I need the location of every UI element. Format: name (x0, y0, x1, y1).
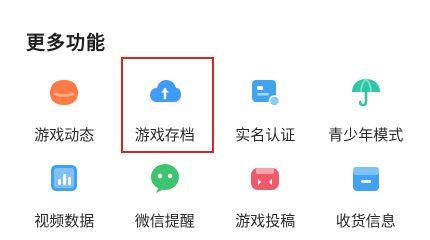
feature-game-save[interactable]: 游戏存档 (115, 66, 216, 152)
feature-label: 实名认证 (235, 126, 296, 144)
feature-label: 游戏动态 (34, 126, 95, 144)
umbrella-icon (348, 74, 384, 110)
feature-delivery-info[interactable]: 收货信息 (316, 152, 417, 238)
cloud-save-icon (147, 74, 183, 110)
section-title: 更多功能 (26, 32, 107, 54)
video-data-icon (46, 160, 82, 196)
feature-label: 收货信息 (335, 212, 396, 230)
feature-label: 游戏存档 (134, 126, 195, 144)
feature-grid: 游戏动态 游戏存档 实名认证 青少年模式 视频数据 微信提醒 游戏投稿 收货信息 (14, 66, 416, 238)
wechat-bubble-icon (147, 160, 183, 196)
feature-real-name-auth[interactable]: 实名认证 (215, 66, 316, 152)
feature-label: 青少年模式 (328, 126, 404, 144)
feature-game-news[interactable]: 游戏动态 (14, 66, 115, 152)
id-card-icon (247, 74, 283, 110)
feature-label: 视频数据 (34, 212, 95, 230)
feature-video-data[interactable]: 视频数据 (14, 152, 115, 238)
feature-game-submission[interactable]: 游戏投稿 (215, 152, 316, 238)
delivery-box-icon (348, 160, 384, 196)
gamepad-icon (247, 160, 283, 196)
feature-youth-mode[interactable]: 青少年模式 (316, 66, 417, 152)
more-features-panel: 更多功能 游戏动态 游戏存档 实名认证 青少年模式 视频数据 微信提醒 游戏投稿… (0, 0, 430, 240)
feature-label: 微信提醒 (134, 212, 195, 230)
feature-wechat-reminder[interactable]: 微信提醒 (115, 152, 216, 238)
feature-label: 游戏投稿 (235, 212, 296, 230)
game-news-icon (46, 74, 82, 110)
